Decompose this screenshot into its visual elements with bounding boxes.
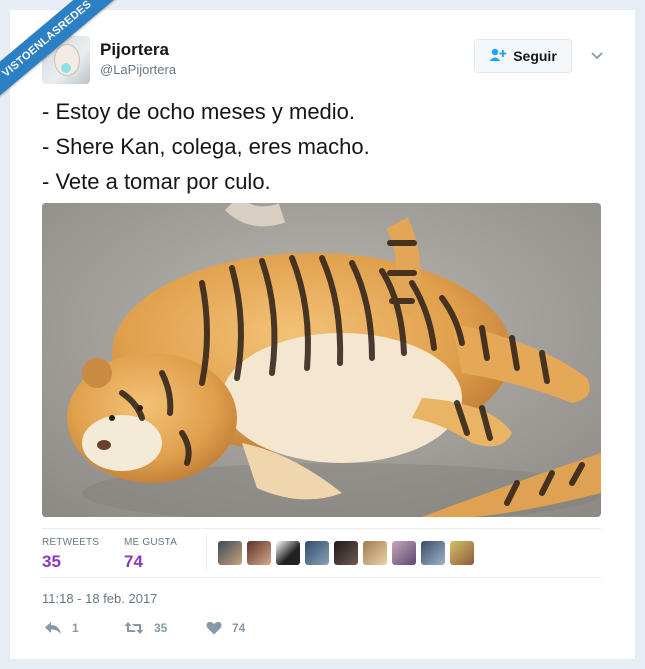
likes-count: 74 bbox=[124, 552, 143, 571]
liker-avatar[interactable] bbox=[450, 541, 474, 565]
add-user-icon bbox=[489, 48, 507, 65]
follow-button-label: Seguir bbox=[513, 48, 557, 64]
liker-avatar[interactable] bbox=[334, 541, 358, 565]
author-handle[interactable]: @LaPijortera bbox=[100, 62, 176, 77]
follow-button[interactable]: Seguir bbox=[474, 39, 572, 73]
retweets-count: 35 bbox=[42, 552, 61, 571]
stats-divider bbox=[206, 535, 207, 571]
tweet-line: - Estoy de ocho meses y medio. bbox=[42, 99, 356, 124]
tiger-photo-illustration bbox=[42, 203, 601, 517]
likes-label: ME GUSTA bbox=[124, 537, 178, 548]
retweet-count: 35 bbox=[154, 621, 168, 635]
retweet-action[interactable]: 35 bbox=[124, 621, 167, 635]
liker-avatar[interactable] bbox=[247, 541, 271, 565]
reply-icon bbox=[44, 621, 62, 635]
retweets-label: RETWEETS bbox=[42, 537, 100, 548]
liker-avatar[interactable] bbox=[392, 541, 416, 565]
liker-avatar[interactable] bbox=[305, 541, 329, 565]
liker-avatar[interactable] bbox=[218, 541, 242, 565]
tweet-text: - Estoy de ocho meses y medio. - Shere K… bbox=[42, 94, 602, 199]
tweet-card: Pijortera @LaPijortera Seguir - Estoy de… bbox=[10, 10, 635, 659]
tweet-line: - Shere Kan, colega, eres macho. bbox=[42, 134, 370, 159]
reply-action[interactable]: 1 bbox=[44, 621, 79, 635]
liker-avatar[interactable] bbox=[421, 541, 445, 565]
retweets-stat[interactable]: RETWEETS 35 bbox=[42, 537, 99, 572]
chevron-down-icon[interactable] bbox=[590, 48, 604, 62]
tweet-actions: 1 35 74 bbox=[44, 621, 444, 643]
avatar-mouth bbox=[61, 63, 71, 73]
tweet-timestamp[interactable]: 11:18 - 18 feb. 2017 bbox=[42, 591, 157, 606]
heart-icon bbox=[206, 621, 222, 635]
likes-stat[interactable]: ME GUSTA 74 bbox=[124, 537, 177, 572]
liker-avatars bbox=[218, 541, 474, 565]
liker-avatar[interactable] bbox=[363, 541, 387, 565]
like-count: 74 bbox=[232, 621, 246, 635]
like-action[interactable]: 74 bbox=[206, 621, 245, 635]
author-name[interactable]: Pijortera bbox=[100, 40, 169, 60]
tweet-photo[interactable] bbox=[42, 203, 601, 517]
retweet-icon bbox=[124, 621, 144, 635]
reply-count: 1 bbox=[72, 621, 79, 635]
liker-avatar[interactable] bbox=[276, 541, 300, 565]
engagement-stats: RETWEETS 35 ME GUSTA 74 bbox=[42, 528, 601, 578]
tweet-line: - Vete a tomar por culo. bbox=[42, 169, 271, 194]
